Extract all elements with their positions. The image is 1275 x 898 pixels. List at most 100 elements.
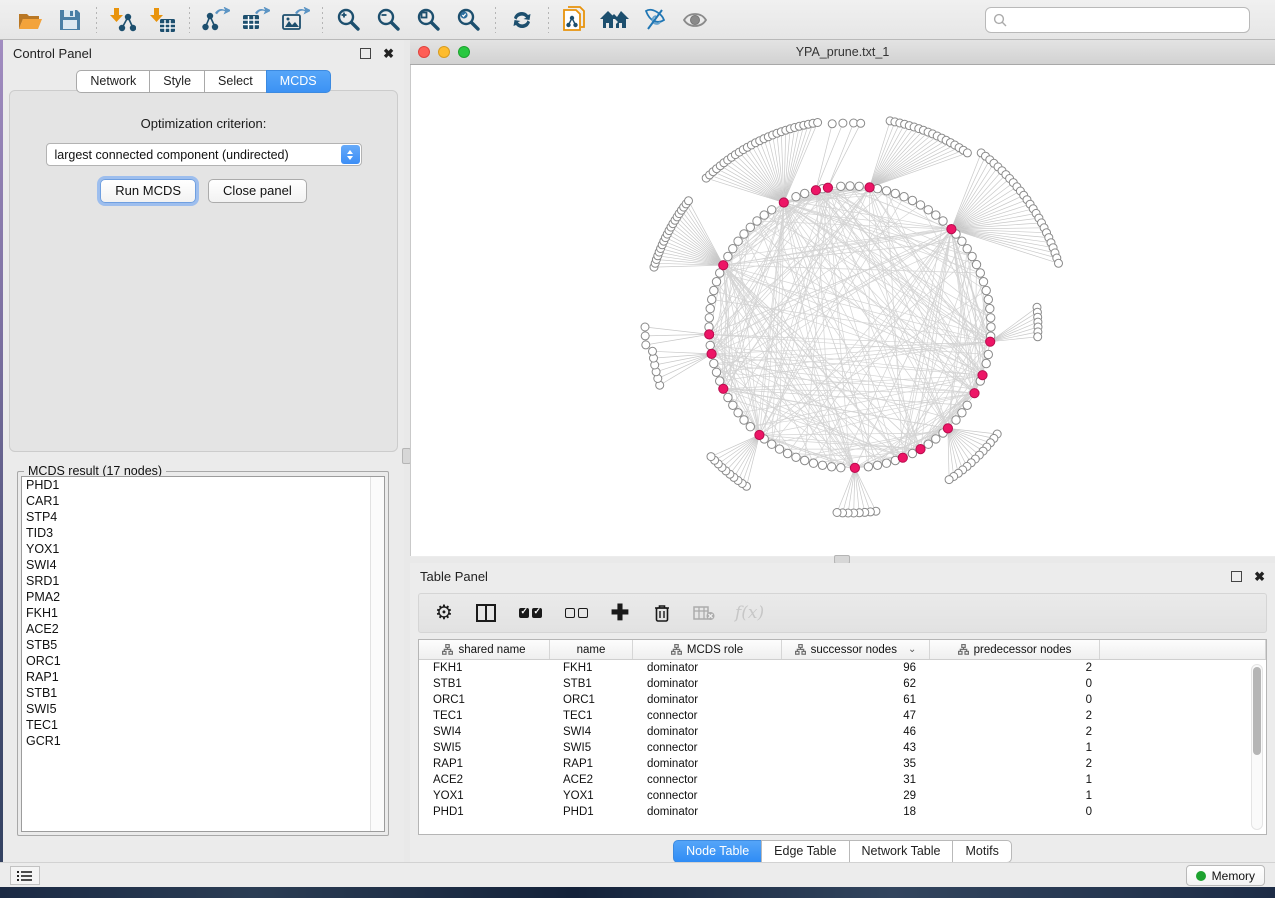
mcds-result-item[interactable]: TID3: [22, 525, 384, 541]
table-row[interactable]: SWI4SWI4dominator462: [419, 724, 1266, 740]
mcds-result-item[interactable]: RAP1: [22, 669, 384, 685]
table-cell: connector: [633, 708, 782, 724]
network-view-window: YPA_prune.txt_1: [410, 40, 1275, 557]
table-row[interactable]: SWI5SWI5connector431: [419, 740, 1266, 756]
tab-edge-table[interactable]: Edge Table: [761, 840, 848, 863]
mcds-list-scrollbar[interactable]: [370, 477, 384, 831]
zoom-out-icon[interactable]: [372, 5, 406, 35]
float-panel-icon[interactable]: [1231, 571, 1242, 582]
show-panel-icon[interactable]: [678, 5, 712, 35]
mcds-result-item[interactable]: SWI5: [22, 701, 384, 717]
column-header-predecessor-nodes[interactable]: predecessor nodes: [930, 640, 1100, 659]
table-row[interactable]: PHD1PHD1dominator180: [419, 804, 1266, 820]
table-scrollbar[interactable]: [1251, 664, 1263, 830]
mcds-result-item[interactable]: TEC1: [22, 717, 384, 733]
table-row[interactable]: RAP1RAP1dominator352: [419, 756, 1266, 772]
table-row[interactable]: ACE2ACE2connector311: [419, 772, 1266, 788]
memory-button[interactable]: Memory: [1186, 865, 1265, 886]
table-cell: 2: [930, 708, 1100, 724]
table-row[interactable]: TEC1TEC1connector472: [419, 708, 1266, 724]
mcds-result-list[interactable]: PHD1CAR1STP4TID3YOX1SWI4SRD1PMA2FKH1ACE2…: [21, 476, 385, 832]
network-window-titlebar[interactable]: YPA_prune.txt_1: [410, 40, 1275, 65]
zoom-in-icon[interactable]: [332, 5, 366, 35]
hide-panels-icon[interactable]: [638, 5, 672, 35]
status-menu-button[interactable]: [10, 866, 40, 885]
table-cell: 29: [782, 788, 930, 804]
scrollbar-thumb[interactable]: [1253, 667, 1261, 755]
close-panel-icon[interactable]: ✖: [383, 48, 394, 59]
export-table-icon[interactable]: [239, 5, 273, 35]
network-file-icon[interactable]: [558, 5, 592, 35]
table-cell: RAP1: [419, 756, 550, 772]
select-all-checkboxes-icon[interactable]: [517, 600, 543, 626]
table-header-row: shared namenameMCDS rolesuccessor nodes⌄…: [419, 640, 1266, 660]
deselect-all-checkboxes-icon[interactable]: [563, 600, 589, 626]
table-row[interactable]: STB1STB1dominator620: [419, 676, 1266, 692]
column-header-name[interactable]: name: [550, 640, 633, 659]
function-builder-icon: f(x): [735, 600, 764, 626]
tab-mcds[interactable]: MCDS: [266, 70, 331, 93]
table-cell: TEC1: [419, 708, 550, 724]
search-box[interactable]: [985, 7, 1250, 33]
export-image-icon[interactable]: [279, 5, 313, 35]
table-toolbar: ⚙ ✚ f(x): [418, 593, 1267, 633]
import-table-icon[interactable]: [146, 5, 180, 35]
table-row[interactable]: YOX1YOX1connector291: [419, 788, 1266, 804]
table-cell: STB1: [419, 676, 550, 692]
search-input[interactable]: [1012, 10, 1249, 30]
refresh-icon[interactable]: [505, 5, 539, 35]
table-cell: 0: [930, 692, 1100, 708]
tab-select[interactable]: Select: [204, 70, 266, 93]
tab-motifs[interactable]: Motifs: [952, 840, 1011, 863]
mcds-result-item[interactable]: SWI4: [22, 557, 384, 573]
home-icon[interactable]: [598, 5, 632, 35]
zoom-selected-icon[interactable]: [452, 5, 486, 35]
mcds-result-item[interactable]: SRD1: [22, 573, 384, 589]
table-cell: FKH1: [419, 660, 550, 676]
mcds-result-item[interactable]: STP4: [22, 509, 384, 525]
mcds-result-item[interactable]: ORC1: [22, 653, 384, 669]
import-network-icon[interactable]: [106, 5, 140, 35]
mcds-result-item[interactable]: STB5: [22, 637, 384, 653]
table-cell: 43: [782, 740, 930, 756]
close-panel-button[interactable]: Close panel: [208, 179, 307, 203]
mcds-result-item[interactable]: PMA2: [22, 589, 384, 605]
settings-icon[interactable]: ⚙: [433, 600, 455, 626]
export-network-icon[interactable]: [199, 5, 233, 35]
table-cell: dominator: [633, 676, 782, 692]
zoom-fit-icon[interactable]: [412, 5, 446, 35]
mcds-result-item[interactable]: FKH1: [22, 605, 384, 621]
column-type-icon: [671, 644, 682, 655]
column-header-successor-nodes[interactable]: successor nodes⌄: [782, 640, 930, 659]
mcds-result-item[interactable]: ACE2: [22, 621, 384, 637]
node-table[interactable]: shared namenameMCDS rolesuccessor nodes⌄…: [418, 639, 1267, 835]
column-header-shared-name[interactable]: shared name: [419, 640, 550, 659]
column-header-MCDS-role[interactable]: MCDS role: [633, 640, 782, 659]
float-panel-icon[interactable]: [360, 48, 371, 59]
open-file-icon[interactable]: [13, 5, 47, 35]
tab-network[interactable]: Network: [76, 70, 149, 93]
network-graph[interactable]: [411, 65, 1275, 556]
network-canvas[interactable]: [410, 65, 1275, 556]
tab-style[interactable]: Style: [149, 70, 204, 93]
close-panel-icon[interactable]: ✖: [1254, 571, 1265, 582]
criterion-dropdown[interactable]: largest connected component (undirected): [46, 143, 362, 166]
columns-icon[interactable]: [475, 600, 497, 626]
tab-network-table[interactable]: Network Table: [849, 840, 953, 863]
table-cell: SWI4: [550, 724, 633, 740]
mcds-result-item[interactable]: GCR1: [22, 733, 384, 749]
run-mcds-button[interactable]: Run MCDS: [100, 179, 196, 203]
table-row[interactable]: FKH1FKH1dominator962: [419, 660, 1266, 676]
table-cell: dominator: [633, 660, 782, 676]
tab-node-table[interactable]: Node Table: [673, 840, 761, 863]
mcds-result-item[interactable]: PHD1: [22, 477, 384, 493]
mcds-result-item[interactable]: YOX1: [22, 541, 384, 557]
mcds-result-item[interactable]: STB1: [22, 685, 384, 701]
add-column-icon[interactable]: ✚: [609, 600, 631, 626]
delete-column-icon[interactable]: [651, 600, 673, 626]
table-row[interactable]: ORC1ORC1dominator610: [419, 692, 1266, 708]
mcds-result-item[interactable]: CAR1: [22, 493, 384, 509]
main-toolbar: [0, 0, 1275, 40]
save-session-icon[interactable]: [53, 5, 87, 35]
search-icon: [993, 13, 1007, 27]
